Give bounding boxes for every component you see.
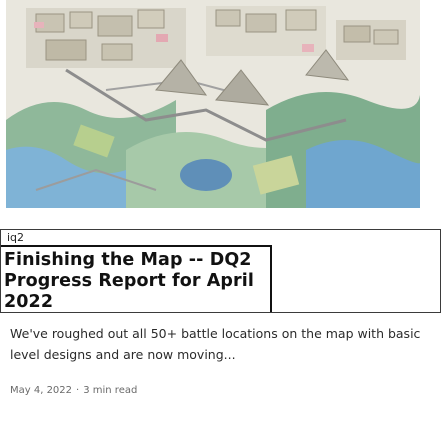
map-illustration [6, 0, 420, 208]
post-tag: iq2 [7, 231, 25, 244]
post-meta: May 4, 2022 · 3 min read [10, 385, 137, 396]
hero-image-area[interactable] [0, 0, 448, 212]
meta-separator: · [76, 385, 80, 396]
read-time: 3 min read [83, 385, 138, 396]
post-title-card[interactable]: iq2 Finishing the Map -- DQ2 Progress Re… [0, 229, 441, 313]
blog-post-card[interactable]: iq2 Finishing the Map -- DQ2 Progress Re… [0, 0, 448, 448]
map-artwork-image [6, 0, 420, 208]
post-title[interactable]: Finishing the Map -- DQ2 Progress Report… [4, 250, 274, 312]
post-excerpt: We've roughed out all 50+ battle locatio… [10, 326, 421, 362]
post-date: May 4, 2022 [10, 385, 73, 396]
